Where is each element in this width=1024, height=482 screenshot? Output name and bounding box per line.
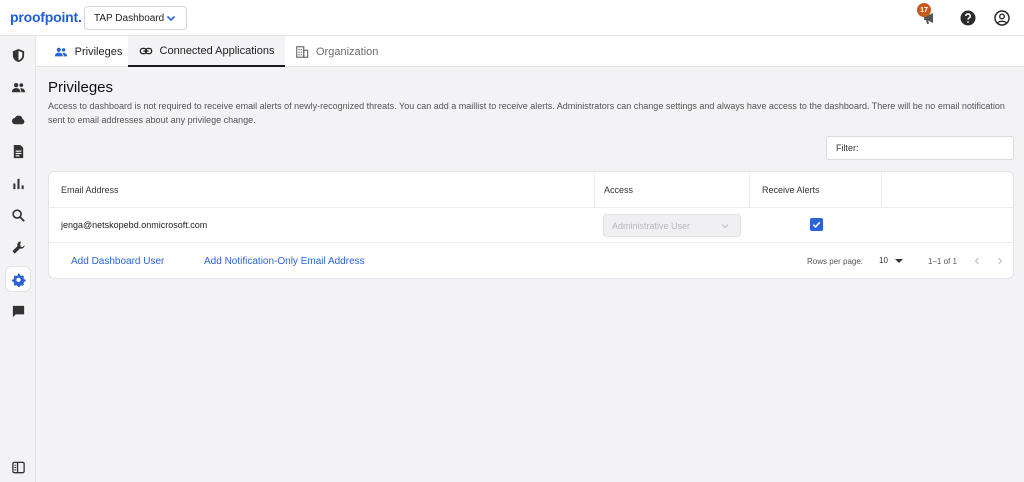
column-header-access[interactable]: Access [594, 172, 749, 208]
help-icon [960, 10, 976, 26]
top-bar: proofpoint. TAP Dashboard 17 [0, 0, 1024, 36]
proofpoint-logo[interactable]: proofpoint. [10, 9, 82, 25]
tab-organization[interactable]: Organization [295, 36, 385, 67]
tab-bar: Privileges Connected Applications Organi… [36, 36, 1024, 67]
gear-icon [11, 272, 26, 287]
sidebar-item-tools[interactable] [6, 235, 30, 259]
sidebar-item-search[interactable] [6, 203, 30, 227]
sidebar-item-messages[interactable] [6, 299, 30, 323]
announcements-button[interactable]: 17 [917, 3, 938, 27]
email-cell: jenga@netskopebd.onmicrosoft.com [61, 220, 208, 230]
sidebar-collapse-toggle[interactable] [6, 455, 30, 479]
dashboard-select[interactable]: TAP Dashboard [84, 6, 187, 30]
chevron-right-icon [998, 257, 1003, 265]
receive-alerts-checkbox[interactable] [810, 218, 823, 231]
add-dashboard-user-button[interactable]: Add Dashboard User [71, 256, 164, 267]
tab-privileges[interactable]: Privileges [46, 36, 128, 67]
sidebar-item-reports[interactable] [6, 139, 30, 163]
building-icon [296, 45, 309, 58]
chevron-down-icon [166, 15, 176, 22]
people-icon [54, 47, 67, 56]
sidebar-toggle-icon [11, 461, 25, 473]
page-description: Access to dashboard is not required to r… [48, 101, 1005, 125]
pagination-range: 1–1 of 1 [928, 257, 957, 266]
sidebar-item-people[interactable] [6, 75, 30, 99]
user-menu-button[interactable] [993, 9, 1011, 27]
chat-icon [12, 305, 24, 317]
help-button[interactable] [959, 9, 977, 27]
rows-per-page-select[interactable]: 10 [879, 256, 903, 265]
dashboard-select-value: TAP Dashboard [94, 12, 165, 24]
access-select: Administrative User [603, 214, 741, 237]
rows-per-page-value: 10 [879, 256, 888, 265]
chevron-left-icon [974, 257, 979, 265]
notification-badge: 17 [917, 3, 931, 17]
privileges-table: Email Address Access Receive Alerts jeng… [48, 171, 1014, 279]
user-icon [994, 10, 1010, 26]
tab-label: Connected Applications [159, 44, 275, 57]
people-icon [11, 82, 25, 92]
previous-page-button[interactable] [970, 254, 984, 268]
document-icon [13, 144, 23, 158]
sidebar-item-settings[interactable] [6, 267, 30, 291]
checkmark-icon [812, 221, 821, 229]
tab-label: Privileges [74, 45, 123, 58]
wrench-icon [11, 240, 25, 254]
caret-down-icon [894, 258, 903, 263]
sidebar [0, 36, 36, 482]
cloud-icon [11, 115, 24, 124]
chevron-down-icon [721, 224, 729, 229]
column-header-actions [881, 172, 1013, 208]
shield-icon [12, 48, 24, 62]
tab-label: Organization [316, 45, 379, 58]
filter-input[interactable]: Filter: [826, 136, 1014, 160]
column-header-email[interactable]: Email Address [49, 172, 594, 208]
table-row: jenga@netskopebd.onmicrosoft.com Adminis… [49, 208, 1013, 243]
access-select-value: Administrative User [612, 220, 691, 231]
tab-connected-applications[interactable]: Connected Applications [128, 36, 285, 67]
page-title: Privileges [48, 79, 114, 96]
add-notification-email-button[interactable]: Add Notification-Only Email Address [204, 256, 365, 267]
column-header-receive-alerts[interactable]: Receive Alerts [749, 172, 881, 208]
rows-per-page-label: Rows per page: [807, 257, 864, 266]
bar-chart-icon [12, 178, 24, 189]
search-icon [11, 208, 25, 222]
sidebar-item-threats[interactable] [6, 43, 30, 67]
sidebar-item-cloud[interactable] [6, 107, 30, 131]
sidebar-item-analytics[interactable] [6, 171, 30, 195]
link-icon [139, 47, 152, 54]
next-page-button[interactable] [993, 254, 1007, 268]
